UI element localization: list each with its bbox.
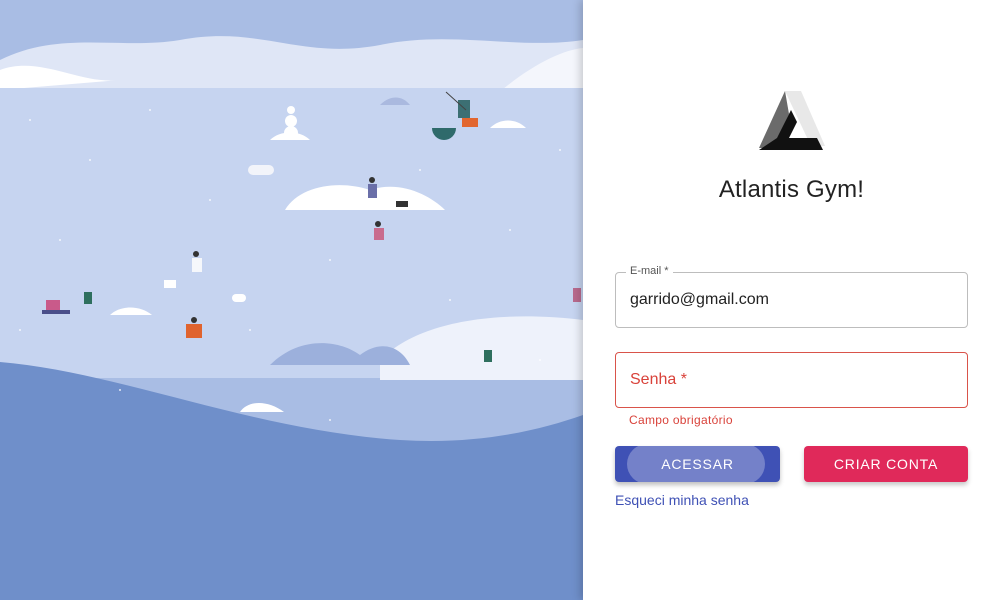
winter-illustration bbox=[0, 0, 583, 600]
signup-button[interactable]: CRIAR CONTA bbox=[804, 446, 968, 482]
login-panel: Atlantis Gym! E-mail * garrido@gmail.com… bbox=[583, 0, 1000, 600]
email-label: E-mail * bbox=[626, 265, 673, 277]
email-value[interactable]: garrido@gmail.com bbox=[630, 291, 769, 309]
forgot-password-link[interactable]: Esqueci minha senha bbox=[615, 492, 749, 508]
app-title: Atlantis Gym! bbox=[718, 176, 865, 203]
email-field[interactable]: E-mail * garrido@gmail.com bbox=[615, 265, 968, 328]
password-label: Senha * bbox=[630, 371, 687, 388]
login-button-label: ACESSAR bbox=[661, 456, 734, 472]
login-button[interactable]: ACESSAR bbox=[615, 446, 780, 482]
password-error-text: Campo obrigatório bbox=[629, 413, 733, 427]
triangle-logo-icon bbox=[755, 88, 827, 154]
password-field[interactable]: Senha * bbox=[615, 352, 968, 408]
